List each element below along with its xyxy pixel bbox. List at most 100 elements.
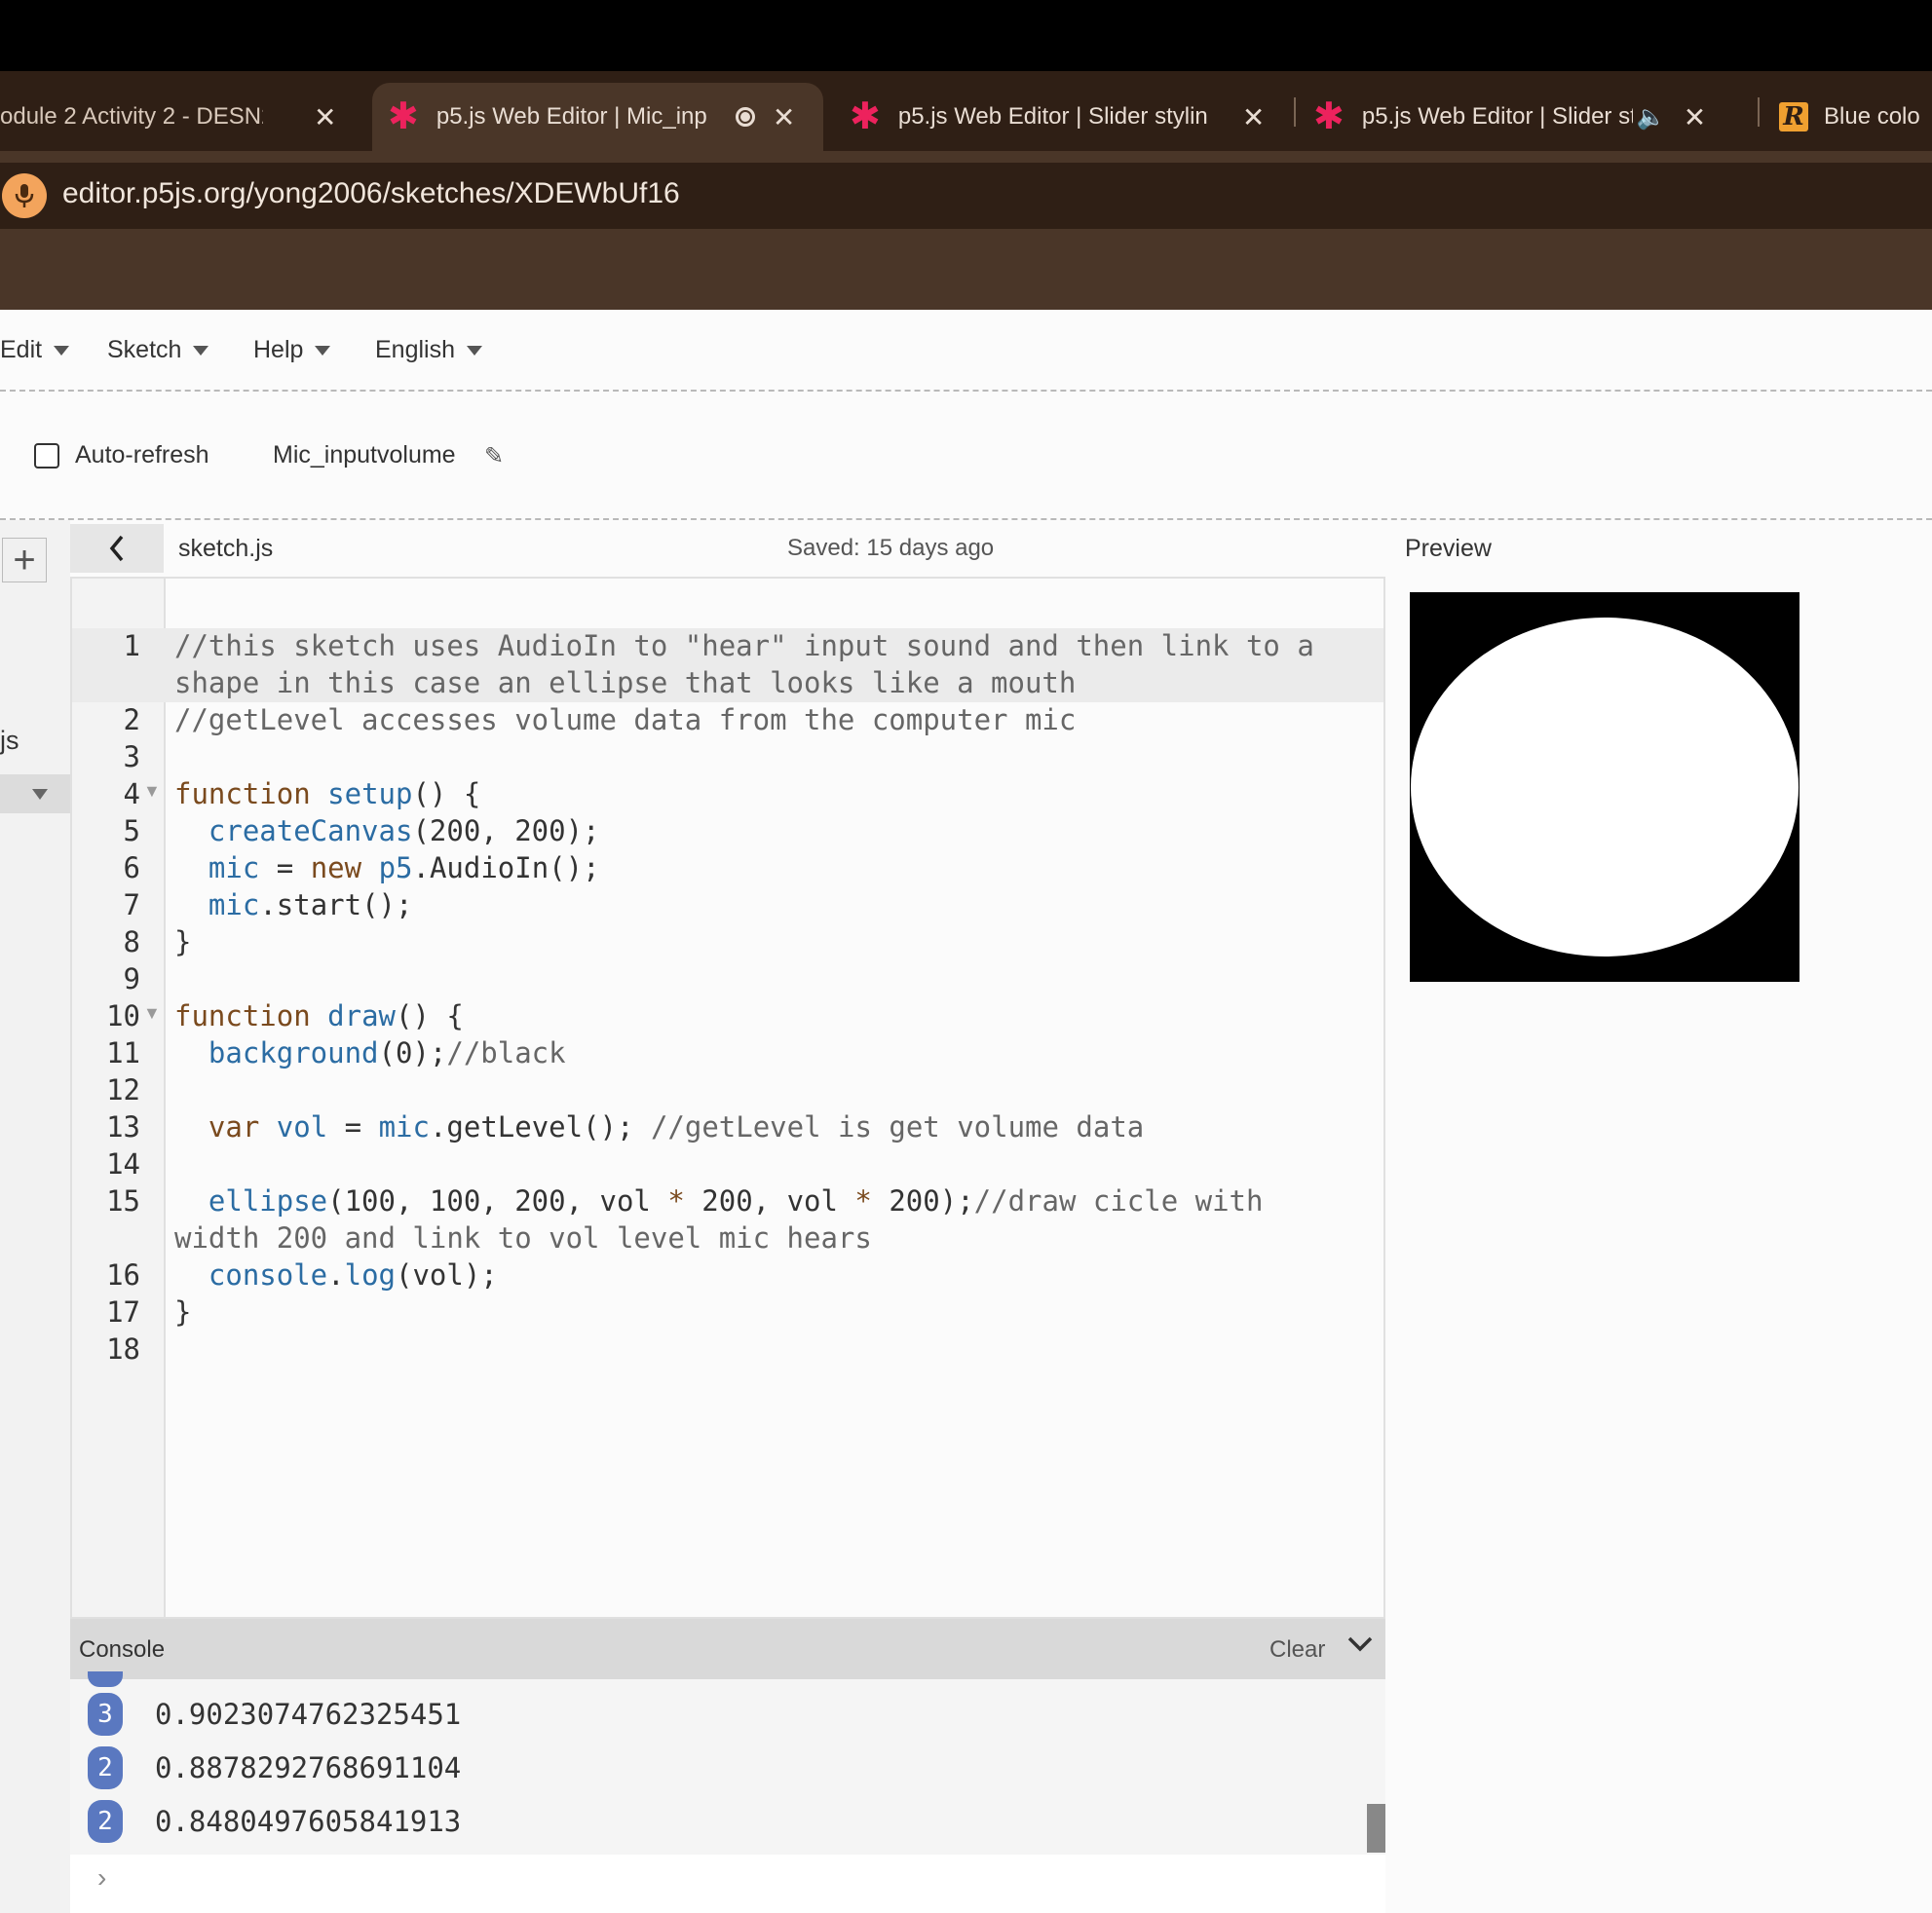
line-number: 8 — [123, 925, 140, 958]
code-line-4: function setup() { — [174, 775, 480, 812]
menu-label: English — [375, 336, 455, 363]
code-line-8: } — [174, 925, 192, 958]
menu-language[interactable]: English — [375, 336, 482, 364]
token: function — [174, 999, 311, 1032]
line-number: 15 — [106, 1184, 140, 1218]
token: ellipse — [208, 1184, 328, 1218]
tab-close-icon[interactable]: ✕ — [314, 101, 336, 133]
tab-separator — [1758, 97, 1760, 127]
code-line-10: function draw() { — [174, 997, 464, 1034]
token: background — [208, 1036, 379, 1069]
sidebar-file-label[interactable]: js — [0, 726, 19, 756]
token: (200, 200); — [412, 814, 600, 847]
code-line-1-wrap: shape in this case an ellipse that looks… — [174, 666, 1077, 699]
fold-arrow-icon[interactable]: ▼ — [143, 1003, 161, 1024]
code-line-2: //getLevel accesses volume data from the… — [174, 703, 1077, 736]
collapse-sidebar-button[interactable] — [70, 524, 164, 573]
console-entry: 2 0.8480497605841913 — [88, 1800, 461, 1843]
tab-mic-inputvolume[interactable]: ✱ p5.js Web Editor | Mic_inp ✕ — [372, 83, 823, 151]
line-number: 12 — [106, 1073, 140, 1107]
caret-down-icon — [193, 345, 209, 356]
chevron-left-icon — [109, 535, 124, 562]
line-number: 1 — [123, 629, 140, 662]
code-line-16: console.log(vol); — [174, 1257, 498, 1294]
line-number: 9 — [123, 962, 140, 995]
console-scrollbar[interactable] — [1367, 1804, 1385, 1853]
preview-canvas[interactable] — [1410, 592, 1799, 982]
tab-title: p5.js Web Editor | Slider st — [1361, 103, 1633, 130]
line-number: 16 — [106, 1258, 140, 1292]
code-line-5: createCanvas(200, 200); — [174, 812, 600, 849]
tab-close-icon[interactable]: ✕ — [773, 101, 795, 133]
line-number: 4 — [123, 777, 140, 810]
tab-slider-st[interactable]: ✱ p5.js Web Editor | Slider st 🔈 ✕ — [1313, 83, 1742, 151]
tab-blue-color[interactable]: R Blue colo — [1779, 83, 1932, 151]
line-number: 13 — [106, 1110, 140, 1144]
tab-title: Blue colo — [1824, 103, 1920, 130]
auto-refresh-label[interactable]: Auto-refresh — [75, 441, 209, 469]
mouth-ellipse — [1411, 618, 1799, 956]
token: . — [327, 1258, 345, 1292]
line-number: 7 — [123, 888, 140, 921]
url-text[interactable]: editor.p5js.org/yong2006/sketches/XDEWbU… — [62, 177, 680, 210]
token: = — [259, 851, 311, 884]
p5-logo-icon: ✱ — [850, 96, 881, 137]
console-collapse-chevron-icon[interactable] — [1346, 1631, 1374, 1662]
token: mic — [378, 1110, 430, 1144]
line-number: 18 — [106, 1332, 140, 1366]
token: * — [854, 1184, 872, 1218]
menu-edit[interactable]: Edit — [0, 336, 70, 364]
menu-label: Help — [253, 336, 304, 363]
tab-close-icon[interactable]: ✕ — [1684, 101, 1706, 133]
line-number: 10 — [106, 999, 140, 1032]
tab-slider-styling[interactable]: ✱ p5.js Web Editor | Slider stylin ✕ — [850, 83, 1278, 151]
line-number: 2 — [123, 703, 140, 736]
code-line-15: ellipse(100, 100, 200, vol * 200, vol * … — [174, 1182, 1264, 1219]
tab-module-activity[interactable]: odule 2 Activity 2 - DESN22 ✕ — [0, 83, 351, 151]
menu-sketch[interactable]: Sketch — [107, 336, 209, 364]
p5-logo-icon: ✱ — [1313, 96, 1345, 137]
console-value: 0.8480497605841913 — [155, 1805, 462, 1838]
auto-refresh-checkbox[interactable] — [34, 443, 59, 469]
line-number: 6 — [123, 851, 140, 884]
sketch-name[interactable]: Mic_inputvolume — [273, 441, 456, 469]
code-line-11: background(0);//black — [174, 1034, 566, 1071]
saved-status: Saved: 15 days ago — [787, 535, 995, 561]
recording-icon — [735, 107, 755, 127]
token: (100, 100, 200, vol — [327, 1184, 668, 1218]
token: var — [208, 1110, 260, 1144]
token: function — [174, 777, 311, 810]
file-options-caret-icon[interactable] — [32, 789, 48, 800]
menu-label: Edit — [0, 336, 43, 363]
add-file-plus-icon[interactable]: + — [2, 538, 47, 582]
site-favicon-icon: R — [1779, 102, 1808, 131]
tab-close-icon[interactable]: ✕ — [1242, 101, 1265, 133]
console-count-badge: 2 — [88, 1800, 123, 1843]
token: (vol); — [396, 1258, 498, 1292]
token: 200, vol — [684, 1184, 855, 1218]
code-line-13: var vol = mic.getLevel(); //getLevel is … — [174, 1108, 1144, 1145]
token: () { — [412, 777, 481, 810]
caret-down-icon — [54, 345, 70, 356]
token: mic — [208, 851, 260, 884]
caret-down-icon — [315, 345, 331, 356]
token: * — [667, 1184, 685, 1218]
menu-help[interactable]: Help — [253, 336, 331, 364]
token: = — [327, 1110, 379, 1144]
token: .start(); — [259, 888, 413, 921]
console-count-badge: 2 — [88, 1746, 123, 1789]
fold-arrow-icon[interactable]: ▼ — [143, 781, 161, 802]
console-entry: 3 0.9023074762325451 — [88, 1693, 461, 1736]
token: console — [208, 1258, 328, 1292]
code-line-6: mic = new p5.AudioIn(); — [174, 849, 600, 886]
console-input[interactable] — [70, 1855, 1385, 1913]
token: log — [344, 1258, 396, 1292]
token: vol — [276, 1110, 328, 1144]
token: .getLevel(); — [429, 1110, 651, 1144]
edit-name-pencil-icon[interactable]: ✎ — [484, 442, 504, 470]
console-clear-button[interactable]: Clear — [1269, 1636, 1325, 1664]
microphone-in-use-icon[interactable] — [2, 173, 47, 218]
tab-strip: odule 2 Activity 2 - DESN22 ✕ ✱ p5.js We… — [0, 71, 1932, 151]
token: () { — [396, 999, 464, 1032]
window-top-bar — [0, 0, 1932, 71]
